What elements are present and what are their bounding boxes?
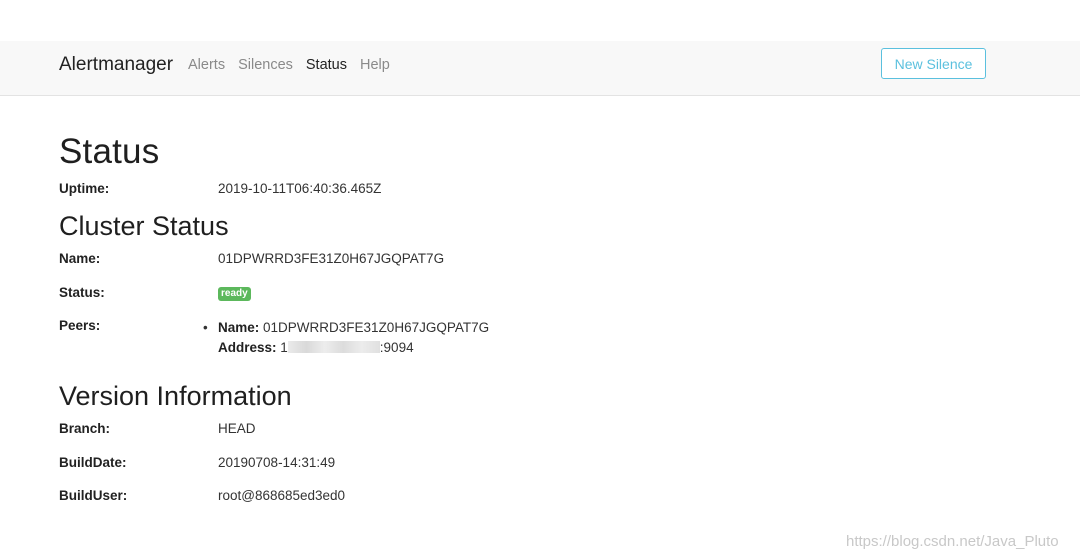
page: Alertmanager Alerts Silences Status Help… [0, 0, 1080, 560]
builduser-label: BuildUser: [59, 488, 128, 503]
navbar: Alertmanager Alerts Silences Status Help… [0, 41, 1080, 96]
peer-address-row: Address: 1 :9094 [218, 338, 489, 358]
redacted-address [287, 341, 380, 353]
watermark: https://blog.csdn.net/Java_Pluto [846, 533, 1059, 550]
peer-list: • Name: 01DPWRRD3FE31Z0H67JGQPAT7G Addre… [203, 318, 489, 358]
peers-label: Peers: [59, 318, 101, 333]
list-item: • Name: 01DPWRRD3FE31Z0H67JGQPAT7G Addre… [203, 318, 489, 358]
cluster-name-value: 01DPWRRD3FE31Z0H67JGQPAT7G [218, 251, 445, 266]
nav-link-help[interactable]: Help [360, 57, 390, 73]
uptime-value: 2019-10-11T06:40:36.465Z [218, 181, 382, 196]
builddate-label: BuildDate: [59, 455, 127, 470]
cluster-status-title: Cluster Status [59, 211, 229, 241]
peer-name-row: Name: 01DPWRRD3FE31Z0H67JGQPAT7G [218, 318, 489, 338]
version-information-title: Version Information [59, 381, 292, 411]
peer-name-key: Name: [218, 320, 260, 335]
nav-link-silences[interactable]: Silences [238, 57, 293, 73]
branch-value: HEAD [218, 421, 256, 436]
new-silence-button[interactable]: New Silence [881, 48, 986, 79]
nav-link-status[interactable]: Status [306, 57, 347, 73]
bullet-icon: • [203, 320, 208, 335]
status-badge: ready [218, 287, 251, 301]
peer-address-prefix: 1 [280, 340, 288, 355]
cluster-name-label: Name: [59, 251, 101, 266]
nav-link-alerts[interactable]: Alerts [188, 57, 225, 73]
uptime-label: Uptime: [59, 181, 110, 196]
nav-links: Alerts Silences Status Help [188, 57, 403, 73]
brand-link[interactable]: Alertmanager [59, 54, 173, 76]
cluster-status-label: Status: [59, 285, 105, 300]
builddate-value: 20190708-14:31:49 [218, 455, 336, 470]
page-title: Status [59, 132, 160, 171]
peer-address-suffix: :9094 [379, 340, 414, 355]
peer-address-key: Address: [218, 340, 277, 355]
builduser-value: root@868685ed3ed0 [218, 488, 346, 503]
branch-label: Branch: [59, 421, 111, 436]
peer-name-value: 01DPWRRD3FE31Z0H67JGQPAT7G [263, 320, 490, 335]
